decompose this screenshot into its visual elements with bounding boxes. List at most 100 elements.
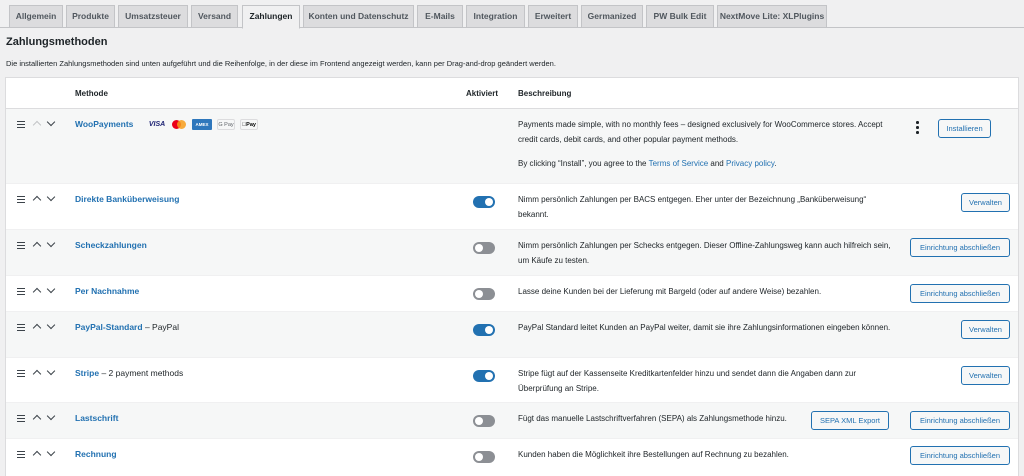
enabled-toggle[interactable] (473, 370, 495, 382)
enabled-toggle[interactable] (473, 288, 495, 300)
tab-erweitert[interactable]: Erweitert (528, 5, 578, 28)
google-pay-icon: G Pay (217, 119, 235, 130)
move-up-icon[interactable] (31, 285, 43, 297)
method-name: WooPayments (75, 119, 133, 129)
tab-germanized[interactable]: Germanized (581, 5, 643, 28)
enabled-toggle[interactable] (473, 451, 495, 463)
table-row: Rechnung Kunden haben die Möglichkeit ih… (6, 439, 1018, 476)
install-button[interactable]: Installieren (938, 119, 991, 138)
method-description: Stripe fügt auf der Kassenseite Kreditka… (518, 369, 857, 393)
method-name: PayPal-Standard – PayPal (75, 322, 179, 332)
finish-setup-button[interactable]: Einrichtung abschließen (910, 238, 1010, 257)
tab-pw-bulk-edit[interactable]: PW Bulk Edit (646, 5, 714, 28)
move-down-icon[interactable] (45, 321, 57, 333)
method-link[interactable]: Rechnung (75, 449, 117, 459)
move-down-icon[interactable] (45, 448, 57, 460)
method-link[interactable]: Direkte Banküberweisung (75, 194, 179, 204)
method-link[interactable]: Stripe (75, 368, 99, 378)
method-description: Lasse deine Kunden bei der Lieferung mit… (518, 287, 822, 296)
drag-handle-icon[interactable] (17, 239, 26, 251)
finish-setup-button[interactable]: Einrichtung abschließen (910, 284, 1010, 303)
more-options-icon[interactable] (914, 121, 920, 134)
enabled-toggle[interactable] (473, 324, 495, 336)
column-header-method: Methode (75, 89, 108, 98)
tab-versand[interactable]: Versand (191, 5, 238, 28)
mastercard-icon (171, 119, 187, 130)
move-up-icon[interactable] (31, 321, 43, 333)
visa-icon: VISA (148, 121, 166, 128)
move-up-icon[interactable] (31, 239, 43, 251)
method-provider: – 2 payment methods (101, 368, 184, 378)
terms-of-service-link[interactable]: Terms of Service (649, 159, 709, 168)
drag-handle-icon[interactable] (17, 193, 26, 205)
table-row: Per Nachnahme Lasse deine Kunden bei der… (6, 276, 1018, 312)
table-row: Lastschrift Fügt das manuelle Lastschrif… (6, 403, 1018, 439)
payment-methods-table: Methode Aktiviert Beschreibung WooPaymen… (5, 77, 1019, 476)
manage-button[interactable]: Verwalten (961, 320, 1010, 339)
enabled-toggle[interactable] (473, 196, 495, 208)
column-header-active: Aktiviert (466, 89, 499, 98)
finish-setup-button[interactable]: Einrichtung abschließen (910, 411, 1010, 430)
manage-button[interactable]: Verwalten (961, 193, 1010, 212)
finish-setup-button[interactable]: Einrichtung abschließen (910, 446, 1010, 465)
manage-button[interactable]: Verwalten (961, 366, 1010, 385)
enabled-toggle[interactable] (473, 242, 495, 254)
method-description: Payments made simple, with no monthly fe… (518, 120, 883, 168)
table-row: Direkte Banküberweisung Nimm persönlich … (6, 184, 1018, 230)
tab-e-mails[interactable]: E-Mails (417, 5, 463, 28)
drag-handle-icon[interactable] (17, 412, 26, 424)
move-down-icon[interactable] (45, 285, 57, 297)
method-link[interactable]: Lastschrift (75, 413, 118, 423)
tab-produkte[interactable]: Produkte (66, 5, 115, 28)
table-row: WooPayments VISA AMEX G Pay Pay Payment… (6, 109, 1018, 184)
settings-tabs: Allgemein Produkte Umsatzsteuer Versand … (0, 0, 1024, 29)
method-description: Kunden haben die Möglichkeit ihre Bestel… (518, 450, 789, 459)
sepa-xml-export-button[interactable]: SEPA XML Export (811, 411, 889, 430)
method-name: Per Nachnahme (75, 286, 139, 296)
privacy-policy-link[interactable]: Privacy policy (726, 159, 774, 168)
amex-icon: AMEX (192, 119, 212, 130)
method-name: Stripe – 2 payment methods (75, 368, 183, 378)
drag-handle-icon[interactable] (17, 321, 26, 333)
method-link[interactable]: PayPal-Standard (75, 322, 143, 332)
page-title: Zahlungsmethoden (6, 36, 108, 48)
move-down-icon[interactable] (45, 367, 57, 379)
method-link[interactable]: Per Nachnahme (75, 286, 139, 296)
move-up-icon[interactable] (31, 367, 43, 379)
method-link[interactable]: WooPayments (75, 119, 133, 129)
column-header-description: Beschreibung (518, 89, 572, 98)
table-row: Stripe – 2 payment methods Stripe fügt a… (6, 358, 1018, 403)
drag-handle-icon[interactable] (17, 448, 26, 460)
method-name: Direkte Banküberweisung (75, 194, 179, 204)
table-row: PayPal-Standard – PayPal PayPal Standard… (6, 312, 1018, 358)
enabled-toggle[interactable] (473, 415, 495, 427)
tab-konten-datenschutz[interactable]: Konten und Datenschutz (303, 5, 414, 28)
move-up-icon[interactable] (31, 448, 43, 460)
method-name: Lastschrift (75, 413, 118, 423)
method-provider: – PayPal (144, 322, 179, 332)
tab-umsatzsteuer[interactable]: Umsatzsteuer (118, 5, 188, 28)
tab-zahlungen[interactable]: Zahlungen (242, 5, 300, 29)
payment-card-icons: VISA AMEX G Pay Pay (148, 119, 263, 130)
move-down-icon[interactable] (45, 412, 57, 424)
drag-handle-icon[interactable] (17, 285, 26, 297)
method-link[interactable]: Scheckzahlungen (75, 240, 147, 250)
move-up-icon[interactable] (31, 412, 43, 424)
drag-handle-icon[interactable] (17, 367, 26, 379)
move-up-icon[interactable] (31, 193, 43, 205)
move-up-icon[interactable] (31, 118, 43, 130)
tab-allgemein[interactable]: Allgemein (9, 5, 63, 28)
table-row: Scheckzahlungen Nimm persönlich Zahlunge… (6, 230, 1018, 276)
table-header: Methode Aktiviert Beschreibung (6, 78, 1018, 109)
tab-integration[interactable]: Integration (466, 5, 525, 28)
move-down-icon[interactable] (45, 239, 57, 251)
tab-nextmove-lite[interactable]: NextMove Lite: XLPlugins (717, 5, 827, 28)
move-down-icon[interactable] (45, 118, 57, 130)
method-description: PayPal Standard leitet Kunden an PayPal … (518, 323, 891, 332)
move-down-icon[interactable] (45, 193, 57, 205)
apple-pay-icon: Pay (240, 119, 258, 130)
method-description: Nimm persönlich Zahlungen per BACS entge… (518, 195, 867, 219)
method-description: Nimm persönlich Zahlungen per Schecks en… (518, 241, 891, 265)
method-name: Rechnung (75, 449, 117, 459)
drag-handle-icon[interactable] (17, 118, 26, 130)
